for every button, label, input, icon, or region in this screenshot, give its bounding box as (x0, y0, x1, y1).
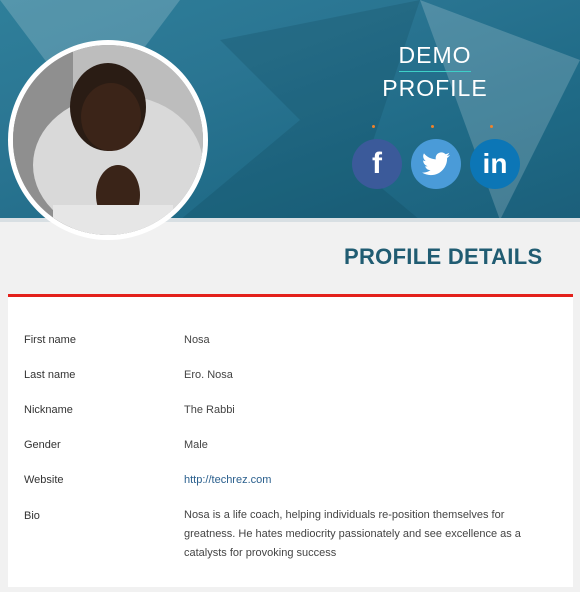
label-nickname: Nickname (24, 404, 73, 416)
twitter-icon (422, 152, 450, 176)
value-first-name: Nosa (184, 334, 210, 346)
title-separator (399, 71, 471, 72)
label-gender: Gender (24, 439, 61, 451)
label-bio: Bio (24, 510, 40, 522)
value-bio: Nosa is a life coach, helping individual… (184, 509, 521, 559)
website-link[interactable]: http://techrez.com (184, 474, 271, 486)
linkedin-icon: in (482, 148, 508, 179)
avatar-photo (13, 45, 203, 235)
label-last-name: Last name (24, 369, 76, 381)
title-line-2: PROFILE (382, 75, 488, 101)
linkedin-button[interactable]: in (470, 139, 520, 189)
label-website: Website (24, 474, 64, 486)
facebook-icon: f (372, 147, 382, 180)
label-first-name: First name (24, 334, 76, 346)
avatar[interactable] (8, 40, 208, 240)
twitter-button[interactable] (411, 139, 461, 189)
value-gender: Male (184, 439, 208, 451)
title-line-1: DEMO (398, 42, 472, 68)
profile-title: DEMO PROFILE (370, 40, 500, 102)
decor-dot (372, 125, 375, 128)
decor-dot (431, 125, 434, 128)
value-last-name: Ero. Nosa (184, 369, 233, 381)
section-title: PROFILE DETAILS (344, 244, 543, 269)
facebook-button[interactable]: f (352, 139, 402, 189)
value-nickname: The Rabbi (184, 404, 235, 416)
decor-dot (490, 125, 493, 128)
details-card: First name Nosa Last name Ero. Nosa Nick… (8, 297, 573, 587)
